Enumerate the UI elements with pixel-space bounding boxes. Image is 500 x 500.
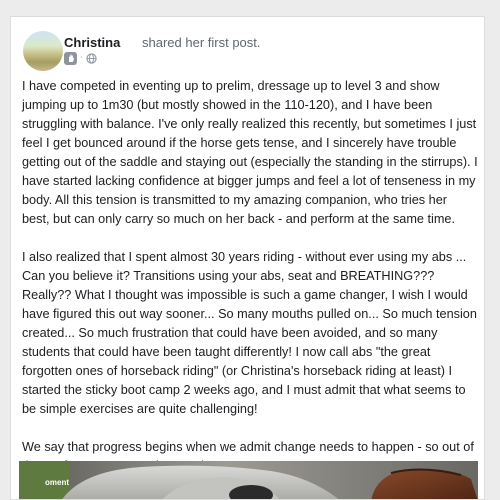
post-paragraph: I also realized that I spent almost 30 y… [22,250,477,416]
globe-icon [85,52,97,64]
image-overlay-text: oment [45,478,69,487]
post-body: I have competed in eventing up to prelim… [22,77,478,476]
separator-dot: · [80,53,83,62]
author-name[interactable]: Christina [64,35,120,50]
wave-badge-icon [64,51,77,65]
post-image[interactable]: oment [11,461,484,499]
post-card: Christina shared her first post. · I hav… [10,16,485,500]
author-avatar[interactable] [23,31,63,71]
horse-photo: oment [19,461,478,499]
post-meta-icons: · [64,51,97,65]
post-paragraph: I have competed in eventing up to prelim… [22,79,478,226]
post-action-text: shared her first post. [142,35,261,50]
